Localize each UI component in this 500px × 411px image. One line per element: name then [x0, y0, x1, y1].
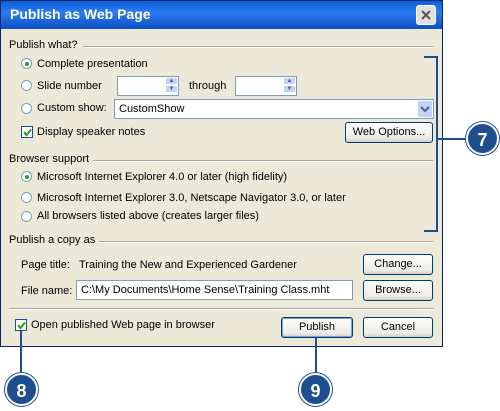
- radio-custom-show[interactable]: [21, 103, 32, 114]
- title-bar: Publish as Web Page: [1, 1, 442, 29]
- callout-leader: [438, 138, 468, 140]
- radio-ie3[interactable]: [21, 192, 32, 203]
- publish-what-heading: Publish what?: [9, 39, 78, 51]
- callout-9: 9: [299, 373, 332, 406]
- publish-dialog: Publish as Web Page Publish what? Comple…: [0, 0, 443, 347]
- down-arrow-icon[interactable]: ▼: [283, 85, 296, 93]
- custom-show-value: CustomShow: [119, 103, 185, 115]
- change-button[interactable]: Change...: [363, 254, 433, 275]
- page-title-label: Page title:: [21, 259, 70, 271]
- up-arrow-icon[interactable]: ▲: [165, 77, 178, 85]
- down-arrow-icon[interactable]: ▼: [165, 85, 178, 93]
- callout-leader: [315, 337, 317, 375]
- divider: [9, 308, 434, 310]
- close-button[interactable]: [416, 5, 436, 25]
- publish-button[interactable]: Publish: [281, 317, 353, 338]
- web-options-button[interactable]: Web Options...: [345, 122, 433, 143]
- slide-from-stepper[interactable]: ▲ ▼: [117, 76, 179, 96]
- ie4-label: Microsoft Internet Explorer 4.0 or later…: [37, 171, 288, 183]
- callout-8: 8: [5, 373, 38, 406]
- browser-support-heading: Browser support: [9, 153, 90, 165]
- radio-all-browsers[interactable]: [21, 211, 32, 222]
- divider: [93, 160, 433, 162]
- slide-to-stepper[interactable]: ▲ ▼: [235, 76, 297, 96]
- file-name-field[interactable]: C:\My Documents\Home Sense\Training Clas…: [76, 280, 353, 300]
- stepper-arrows[interactable]: ▲ ▼: [165, 77, 178, 95]
- up-arrow-icon[interactable]: ▲: [283, 77, 296, 85]
- custom-show-select[interactable]: CustomShow: [114, 99, 434, 119]
- ie3-label: Microsoft Internet Explorer 3.0, Netscap…: [37, 192, 346, 204]
- file-name-value: C:\My Documents\Home Sense\Training Clas…: [81, 284, 330, 296]
- page-title-value: Training the New and Experienced Gardene…: [79, 259, 297, 271]
- radio-complete-presentation[interactable]: [21, 58, 32, 69]
- window-title: Publish as Web Page: [10, 6, 151, 22]
- publish-copy-heading: Publish a copy as: [9, 234, 96, 246]
- checkmark-icon: [17, 321, 26, 330]
- file-name-label: File name:: [21, 285, 73, 297]
- callout-bracket: [424, 56, 438, 232]
- browse-button[interactable]: Browse...: [363, 280, 433, 301]
- divider: [83, 46, 433, 48]
- callout-7: 7: [466, 122, 499, 155]
- close-icon: [421, 10, 431, 20]
- callout-leader: [20, 330, 22, 374]
- radio-slide-number[interactable]: [21, 80, 32, 91]
- slide-number-label: Slide number: [37, 80, 102, 92]
- cancel-button[interactable]: Cancel: [363, 317, 433, 338]
- checkmark-icon: [23, 128, 32, 137]
- speaker-notes-label: Display speaker notes: [37, 126, 146, 138]
- stepper-arrows[interactable]: ▲ ▼: [283, 77, 296, 95]
- speaker-notes-checkbox[interactable]: [21, 126, 33, 138]
- complete-presentation-label: Complete presentation: [37, 58, 148, 70]
- all-browsers-label: All browsers listed above (creates large…: [37, 210, 259, 222]
- through-label: through: [189, 80, 227, 92]
- divider: [99, 241, 433, 243]
- open-in-browser-label: Open published Web page in browser: [31, 319, 215, 331]
- custom-show-label: Custom show:: [37, 102, 107, 114]
- radio-ie4[interactable]: [21, 171, 32, 182]
